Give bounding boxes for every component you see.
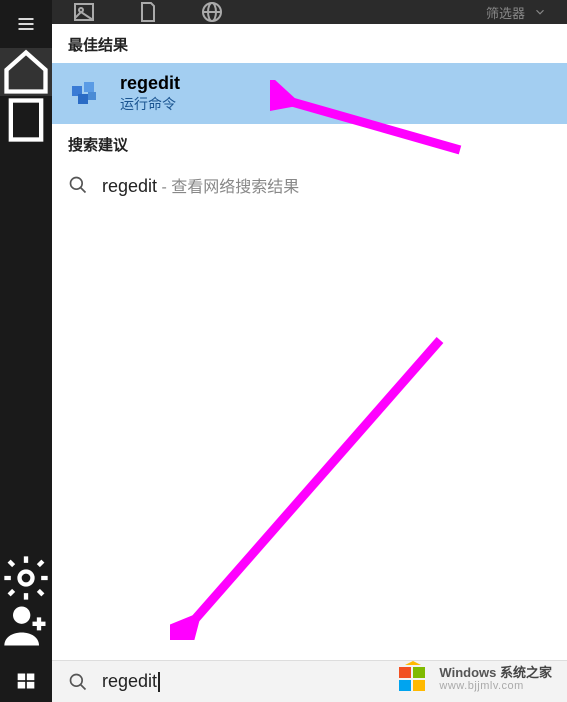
best-match-subtitle: 运行命令 (120, 94, 180, 114)
best-match-header: 最佳结果 (52, 24, 567, 63)
person-icon (0, 600, 52, 652)
page-icon (136, 0, 160, 24)
watermark-url: www.bjjmlv.com (439, 680, 552, 692)
suggestion-query: regedit (102, 176, 157, 196)
best-match-item[interactable]: regedit 运行命令 (52, 63, 567, 124)
filter-label: 筛选器 (486, 3, 525, 22)
home-button[interactable] (0, 48, 52, 96)
suggestions-header: 搜索建议 (52, 124, 567, 163)
windows-icon (16, 671, 36, 691)
document-filter-button[interactable] (0, 96, 52, 144)
search-icon (68, 672, 88, 692)
watermark: Windows 系统之家 www.bjjmlv.com (395, 661, 552, 697)
image-icon (72, 0, 96, 24)
watermark-logo-icon (395, 661, 431, 697)
menu-button[interactable] (0, 0, 52, 48)
text-cursor (158, 672, 160, 692)
results-panel: 最佳结果 regedit 运行命令 搜索建议 regedit - 查看网络搜索结… (52, 24, 567, 660)
top-photo-filter[interactable] (72, 0, 96, 24)
document-icon (0, 94, 52, 146)
chevron-down-icon (533, 5, 547, 19)
top-doc-filter[interactable] (136, 0, 160, 24)
watermark-brand: Windows (439, 665, 496, 680)
top-filter-bar: 筛选器 (52, 0, 567, 24)
search-input[interactable]: regedit (102, 671, 160, 692)
suggestion-separator: - (157, 179, 171, 196)
home-icon (0, 46, 52, 98)
filter-dropdown[interactable]: 筛选器 (486, 3, 547, 22)
globe-icon (200, 0, 224, 24)
web-suggestion-item[interactable]: regedit - 查看网络搜索结果 (52, 163, 567, 207)
gear-icon (0, 552, 52, 604)
suggestion-desc: 查看网络搜索结果 (171, 179, 299, 196)
settings-button[interactable] (0, 554, 52, 602)
top-web-filter[interactable] (200, 0, 224, 24)
search-input-value: regedit (102, 671, 157, 691)
account-button[interactable] (0, 602, 52, 650)
start-button[interactable] (0, 660, 52, 702)
left-rail (0, 0, 52, 660)
watermark-brand-cn: 系统之家 (500, 665, 552, 680)
search-icon (68, 175, 88, 195)
regedit-icon (68, 76, 104, 112)
best-match-title: regedit (120, 73, 180, 94)
hamburger-icon (16, 14, 36, 34)
